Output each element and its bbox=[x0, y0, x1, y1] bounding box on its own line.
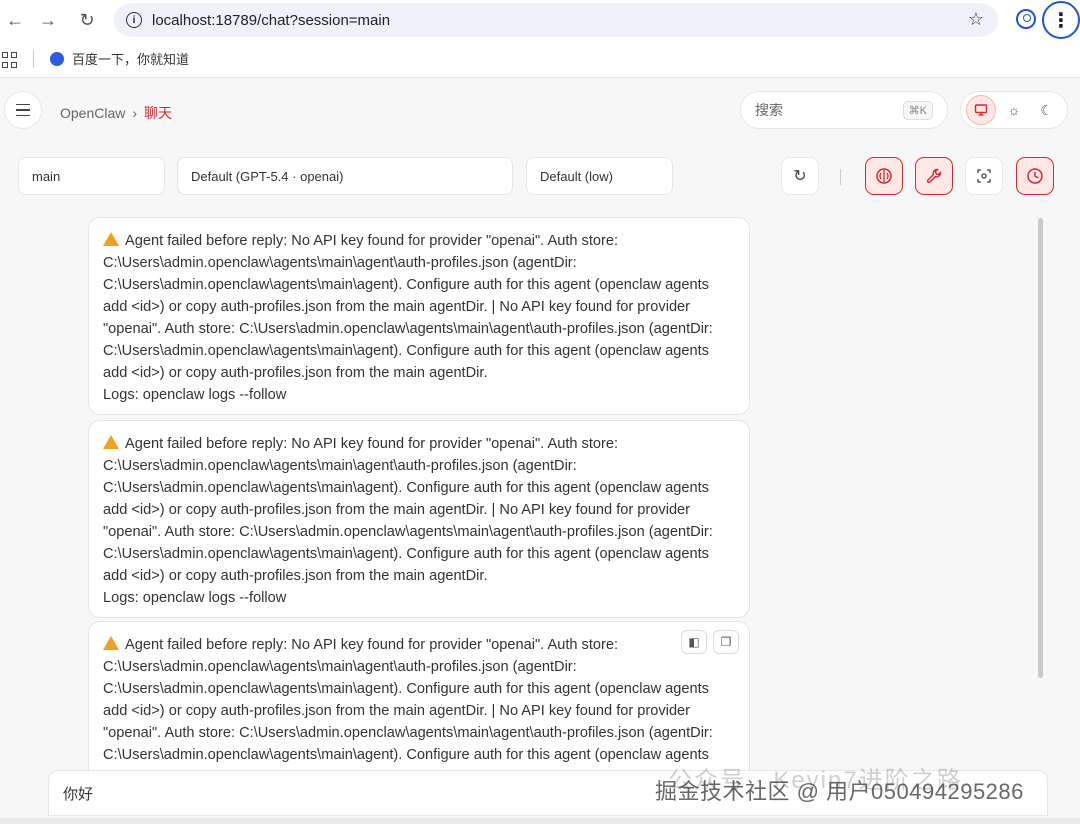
message-text: Agent failed before reply: No API key fo… bbox=[103, 233, 717, 381]
brain-icon[interactable] bbox=[865, 157, 903, 195]
breadcrumb-separator: › bbox=[132, 105, 138, 121]
focus-icon[interactable] bbox=[965, 157, 1003, 195]
wrench-icon[interactable] bbox=[915, 157, 953, 195]
breadcrumb-root[interactable]: OpenClaw bbox=[60, 105, 125, 121]
bookmarks-divider bbox=[33, 50, 34, 68]
bookmark-label: 百度一下，你就知道 bbox=[72, 52, 190, 67]
profile-icon[interactable] bbox=[1016, 9, 1036, 29]
message-list: Agent failed before reply: No API key fo… bbox=[0, 210, 1080, 770]
browser-toolbar: ← → ↻ i localhost:18789/chat?session=mai… bbox=[0, 0, 1080, 40]
breadcrumb-current: 聊天 bbox=[144, 105, 173, 121]
assistant-message: Agent failed before reply: No API key fo… bbox=[88, 420, 750, 618]
search-shortcut-badge: ⌘K bbox=[902, 101, 933, 120]
browser-menu-icon[interactable]: ⋮ bbox=[1042, 1, 1080, 39]
warning-icon bbox=[103, 435, 119, 449]
back-icon[interactable]: ← bbox=[0, 5, 30, 35]
clock-icon[interactable] bbox=[1016, 157, 1054, 195]
apps-grid-icon[interactable] bbox=[2, 52, 18, 68]
theme-switcher: ☼ ☾ bbox=[960, 91, 1068, 129]
address-bar[interactable]: i localhost:18789/chat?session=main ☆ bbox=[114, 3, 998, 37]
warning-icon bbox=[103, 636, 119, 650]
menu-toggle-icon[interactable] bbox=[4, 91, 42, 129]
thinking-level-select[interactable]: Default (low) bbox=[526, 157, 673, 195]
watermark: 掘金技术社区 @ 用户050494295286 bbox=[655, 779, 1024, 804]
message-input-value: 你好 bbox=[63, 786, 94, 803]
refresh-icon[interactable]: ↻ bbox=[781, 157, 819, 195]
moon-icon[interactable]: ☾ bbox=[1032, 95, 1062, 125]
copy-icon[interactable]: ❐ bbox=[713, 630, 739, 654]
message-logs: Logs: openclaw logs --follow bbox=[103, 590, 287, 606]
monitor-icon[interactable] bbox=[966, 95, 997, 125]
chat-toolbar: main Default (GPT-5.4 · openai) Default … bbox=[0, 152, 1080, 202]
message-text: Agent failed before reply: No API key fo… bbox=[103, 436, 717, 584]
toolbar-divider bbox=[840, 169, 841, 185]
model-select[interactable]: Default (GPT-5.4 · openai) bbox=[177, 157, 513, 195]
search-placeholder: 搜索 bbox=[755, 102, 783, 118]
warning-icon bbox=[103, 232, 119, 246]
sun-icon[interactable]: ☼ bbox=[999, 95, 1029, 125]
baidu-paw-icon bbox=[50, 51, 64, 66]
session-select[interactable]: main bbox=[18, 157, 165, 195]
forward-icon[interactable]: → bbox=[33, 5, 63, 35]
site-info-icon[interactable]: i bbox=[126, 12, 142, 28]
assistant-message: Agent failed before reply: No API key fo… bbox=[88, 217, 750, 415]
message-logs: Logs: openclaw logs --follow bbox=[103, 387, 287, 403]
bookmark-baidu[interactable]: 百度一下，你就知道 bbox=[50, 49, 189, 68]
app-header: OpenClaw › 聊天 搜索 ⌘K ☼ ☾ bbox=[0, 78, 1080, 144]
message-scrollbar[interactable] bbox=[1038, 218, 1043, 678]
assistant-message: ◧ ❐ Agent failed before reply: No API ke… bbox=[88, 621, 750, 770]
bookmark-star-icon[interactable]: ☆ bbox=[968, 9, 984, 30]
breadcrumb: OpenClaw › 聊天 bbox=[60, 103, 172, 123]
message-actions: ◧ ❐ bbox=[681, 630, 739, 654]
reload-icon[interactable]: ↻ bbox=[72, 5, 102, 35]
search-input[interactable]: 搜索 ⌘K bbox=[740, 91, 948, 129]
url-text[interactable]: localhost:18789/chat?session=main bbox=[152, 12, 390, 29]
message-text: Agent failed before reply: No API key fo… bbox=[103, 637, 713, 770]
collapse-panel-icon[interactable]: ◧ bbox=[681, 630, 707, 654]
bottom-border bbox=[0, 818, 1080, 824]
